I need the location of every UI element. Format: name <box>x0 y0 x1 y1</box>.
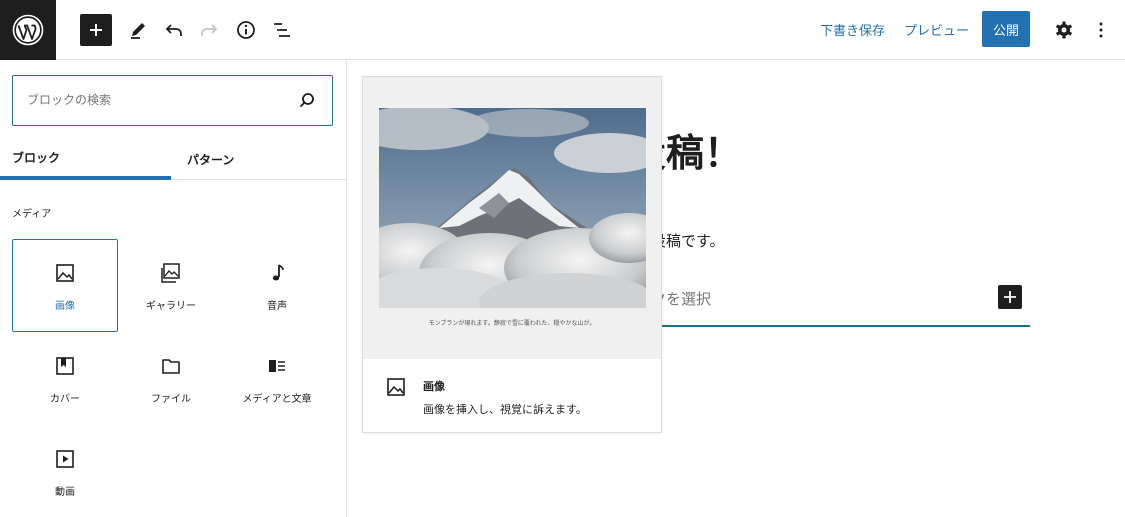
wordpress-logo-button[interactable] <box>0 0 56 60</box>
block-label: 動画 <box>55 487 75 498</box>
gear-icon <box>1056 21 1072 39</box>
block-item-image[interactable]: 画像 <box>12 239 118 332</box>
block-preview-area: モンブランが現れます。静寂で雪に覆われた、穏やかな山が。 <box>363 77 661 359</box>
block-item-audio[interactable]: 音声 <box>224 239 330 332</box>
block-label: ギャラリー <box>146 301 196 312</box>
plus-icon <box>90 24 102 36</box>
search-icon[interactable] <box>298 91 316 109</box>
settings-button[interactable] <box>1048 14 1080 46</box>
publish-button[interactable]: 公開 <box>982 11 1030 47</box>
image-icon <box>56 264 74 282</box>
inserter-tabs: ブロック パターン <box>0 140 346 180</box>
preview-button[interactable]: プレビュー <box>904 20 969 39</box>
category-heading: メディア <box>12 209 52 220</box>
block-label: ファイル <box>151 394 191 405</box>
more-vertical-icon <box>1099 22 1103 38</box>
block-preview-popover: モンブランが現れます。静寂で雪に覆われた、穏やかな山が。 画像 画像を挿入し、視… <box>362 76 662 433</box>
more-options-button[interactable] <box>1085 14 1117 46</box>
list-view-button[interactable] <box>266 14 298 46</box>
save-draft-button[interactable]: 下書き保存 <box>820 20 885 39</box>
media-text-icon <box>269 360 285 372</box>
block-search[interactable] <box>12 75 333 126</box>
info-icon <box>237 21 255 39</box>
block-item-cover[interactable]: カバー <box>12 332 118 425</box>
pencil-icon <box>131 23 145 39</box>
inline-add-block-button[interactable] <box>998 285 1022 309</box>
list-view-icon <box>274 23 290 37</box>
redo-icon <box>201 24 218 36</box>
video-icon <box>56 450 74 468</box>
block-label: カバー <box>50 394 80 405</box>
block-label: 画像 <box>55 301 75 312</box>
tab-blocks[interactable]: ブロック <box>0 140 171 180</box>
undo-icon <box>165 24 182 36</box>
preview-block-description: 画像を挿入し、視覚に訴えます。 <box>423 403 587 416</box>
wordpress-logo-icon <box>12 14 44 46</box>
default-block-appender[interactable]: ックを選択 <box>636 280 1030 327</box>
block-item-video[interactable]: 動画 <box>12 425 118 517</box>
block-item-file[interactable]: ファイル <box>118 332 224 425</box>
editor-header: 下書き保存 プレビュー 公開 <box>0 0 1125 60</box>
preview-block-title: 画像 <box>423 380 445 393</box>
block-item-gallery[interactable]: ギャラリー <box>118 239 224 332</box>
block-label: メディアと文章 <box>242 394 312 405</box>
block-search-input[interactable] <box>27 76 287 124</box>
gallery-icon <box>161 263 180 283</box>
block-label: 音声 <box>267 301 287 312</box>
image-icon <box>387 378 405 396</box>
undo-button[interactable] <box>158 14 190 46</box>
block-editor: 下書き保存 プレビュー 公開 投稿！ の投稿です。 ックを選択 ブロックの検索 … <box>0 0 1125 517</box>
redo-button[interactable] <box>193 14 225 46</box>
details-button[interactable] <box>230 14 262 46</box>
tools-button[interactable] <box>122 14 154 46</box>
file-icon <box>162 359 180 374</box>
plus-icon <box>1004 291 1016 303</box>
block-inserter-panel: ブロック パターン メディア 画像 ギャラリー 音声 カバー ファイル メディア… <box>0 60 347 517</box>
block-item-media-text[interactable]: メディアと文章 <box>224 332 330 425</box>
preview-image-caption: モンブランが現れます。静寂で雪に覆われた、穏やかな山が。 <box>428 320 596 327</box>
cover-icon <box>56 357 74 375</box>
audio-icon <box>272 264 284 281</box>
tab-patterns[interactable]: パターン <box>171 140 346 180</box>
preview-image-mont-blanc <box>379 108 646 308</box>
add-block-button[interactable] <box>80 14 112 46</box>
